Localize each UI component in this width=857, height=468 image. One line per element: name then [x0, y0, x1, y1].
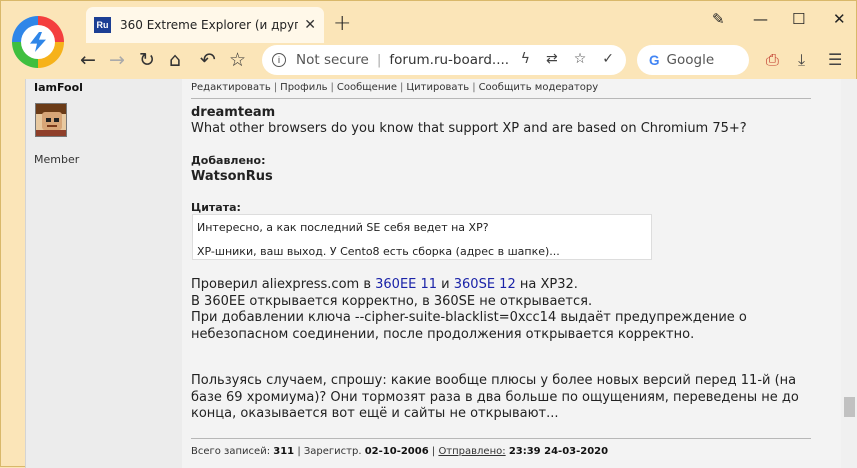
- added-name: WatsonRus: [191, 169, 273, 184]
- message-link[interactable]: Сообщение: [337, 82, 397, 93]
- reg-value: 02-10-2006: [364, 446, 429, 457]
- divider: [191, 98, 811, 99]
- undo-close-tab-button[interactable]: ↶: [200, 49, 216, 71]
- address-icons: ϟ ⇄ ☆ ✓: [521, 51, 614, 67]
- tab-active[interactable]: Ru 360 Extreme Explorer (и другие бра ✕: [86, 7, 324, 43]
- home-button[interactable]: ⌂: [169, 49, 181, 71]
- author-column: IamFool Member: [26, 79, 182, 468]
- edit-link[interactable]: Редактировать: [191, 82, 271, 93]
- profile-link[interactable]: Профиль: [280, 82, 327, 93]
- added-label: Добавлено:: [191, 154, 266, 167]
- body-line: В 360EE открывается корректно, в 360SE н…: [191, 293, 593, 309]
- forward-button[interactable]: →: [109, 49, 125, 71]
- link-360se[interactable]: 360SE 12: [454, 277, 516, 292]
- post-column: Редактировать | Профиль | Сообщение | Цитирова…: [190, 79, 812, 468]
- sep: |: [273, 82, 278, 93]
- post-author[interactable]: IamFool: [34, 81, 83, 94]
- quote-line: Интересно, а как последний SE себя ведет…: [197, 221, 489, 234]
- tab-title: 360 Extreme Explorer (и другие бра: [120, 18, 299, 32]
- check-icon[interactable]: ✓: [602, 51, 614, 67]
- edit-icon[interactable]: ✎: [712, 10, 725, 28]
- quote-box: Интересно, а как последний SE себя ведет…: [192, 214, 652, 260]
- body-line: При добавлении ключа --cipher-suite-blac…: [191, 310, 747, 342]
- google-icon: G: [649, 52, 660, 68]
- turbo-icon[interactable]: ϟ: [521, 51, 530, 67]
- avatar: [35, 103, 67, 137]
- pdf-icon[interactable]: ⎙: [766, 50, 779, 70]
- tab-close-icon[interactable]: ✕: [304, 17, 316, 33]
- browser-window: Ru 360 Extreme Explorer (и другие бра ✕ …: [0, 0, 857, 468]
- ru-board-favicon-icon: Ru: [94, 17, 111, 33]
- quoted-author: dreamteam: [191, 105, 276, 120]
- sep: |: [400, 82, 404, 93]
- body-text: на XP32.: [515, 277, 578, 292]
- search-box[interactable]: G Google: [637, 45, 749, 75]
- quote-label: Цитата:: [191, 201, 241, 214]
- reload-button[interactable]: ↻: [139, 49, 155, 71]
- avatar-eye: [54, 118, 59, 122]
- author-role: Member: [34, 153, 80, 166]
- address-url[interactable]: forum.ru-board....: [389, 52, 509, 68]
- back-button[interactable]: ←: [80, 49, 96, 71]
- search-input[interactable]: Google: [667, 52, 715, 68]
- sent-label[interactable]: Отправлено:: [438, 446, 505, 457]
- post-body: Проверил aliexpress.com в 360EE 11 и 360…: [191, 277, 801, 423]
- avatar-mouth: [47, 125, 57, 127]
- logo-inner: [21, 25, 55, 59]
- favorites-button[interactable]: ☆: [229, 49, 246, 71]
- body-text: Проверил aliexpress.com в: [191, 277, 376, 292]
- total-label: Всего записей:: [191, 446, 271, 457]
- translate-icon[interactable]: ⇄: [546, 51, 558, 67]
- star-icon[interactable]: ☆: [574, 51, 587, 67]
- address-separator: |: [376, 52, 382, 68]
- sent-value: 23:39 24-03-2020: [508, 446, 609, 457]
- post-actions: Редактировать | Профиль | Сообщение | Цитирова…: [191, 82, 598, 93]
- quoted-text: What other browsers do you know that sup…: [191, 121, 747, 136]
- quote-link[interactable]: Цитировать: [406, 82, 469, 93]
- address-bar[interactable]: i Not secure | forum.ru-board.... ϟ ⇄ ☆ …: [262, 45, 626, 75]
- menu-icon[interactable]: ☰: [828, 50, 842, 69]
- download-icon[interactable]: ⤓: [798, 50, 805, 70]
- body-text: и: [437, 277, 454, 292]
- forum-page: IamFool Member Редактировать | Профиль | Соо…: [25, 79, 841, 468]
- avatar-face: [42, 112, 62, 130]
- link-360ee[interactable]: 360EE 11: [375, 277, 437, 292]
- new-tab-button[interactable]: +: [333, 11, 351, 36]
- scrollbar[interactable]: [841, 79, 857, 468]
- sep: |: [472, 82, 476, 93]
- security-status: Not secure: [296, 52, 369, 68]
- total-value: 311: [273, 446, 295, 457]
- avatar-eye: [46, 118, 51, 122]
- minimize-button[interactable]: —: [753, 10, 768, 28]
- body-paragraph: Пользуясь случаем, спрошу: какие вообще …: [191, 373, 799, 421]
- maximize-button[interactable]: ☐: [792, 10, 805, 28]
- reg-label: Зарегистр.: [303, 446, 362, 457]
- browser-logo-icon[interactable]: [12, 16, 64, 68]
- scrollbar-thumb[interactable]: [844, 397, 855, 417]
- toolbar: ← → ↻ ⌂ ↶ ☆ i Not secure | forum.ru-boar…: [66, 43, 857, 79]
- post-footer: Всего записей: 311 | Зарегистр. 02-10-20…: [191, 446, 608, 457]
- info-icon[interactable]: i: [272, 53, 286, 67]
- report-link[interactable]: Сообщить модератору: [479, 82, 599, 93]
- quote-line: XP-шники, ваш выход. У Cento8 есть сборк…: [197, 245, 560, 258]
- sep: |: [330, 82, 334, 93]
- divider: [191, 438, 811, 439]
- body-line: Проверил aliexpress.com в 360EE 11 и 360…: [191, 277, 801, 294]
- avatar-shirt: [36, 130, 66, 136]
- bolt-icon: [30, 32, 46, 52]
- close-window-button[interactable]: ✕: [833, 10, 846, 28]
